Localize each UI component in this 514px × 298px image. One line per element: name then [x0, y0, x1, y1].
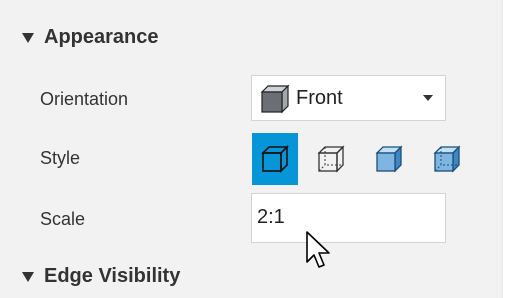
cube-front-icon — [260, 84, 290, 114]
collapse-caret-icon — [22, 32, 34, 43]
chevron-down-icon — [423, 95, 433, 101]
style-hidden-edges-button[interactable] — [308, 133, 354, 185]
edge-visibility-header-label: Edge Visibility — [44, 265, 181, 287]
scrollbar[interactable] — [502, 0, 514, 298]
collapse-caret-icon — [22, 271, 34, 282]
style-visible-edges-button[interactable] — [252, 133, 298, 185]
cube-hidden-edges-icon — [317, 145, 345, 173]
orientation-value: Front — [296, 86, 343, 109]
appearance-section-header[interactable]: Appearance — [22, 26, 159, 49]
properties-panel: Appearance Orientation Front Style Scale… — [0, 0, 502, 298]
style-label: Style — [40, 148, 81, 168]
orientation-label: Orientation — [40, 89, 129, 109]
cube-shaded-hidden-edges-icon — [433, 145, 461, 173]
cube-visible-edges-icon — [261, 145, 289, 173]
mouse-pointer-icon — [306, 231, 330, 268]
orientation-dropdown[interactable]: Front — [251, 75, 446, 121]
edge-visibility-section-header[interactable]: Edge Visibility — [22, 265, 180, 288]
scale-label: Scale — [40, 209, 86, 229]
appearance-header-label: Appearance — [44, 26, 159, 48]
scale-input[interactable]: 2:1 — [251, 193, 446, 243]
cube-shaded-icon — [375, 145, 403, 173]
style-shaded-hidden-edges-button[interactable] — [424, 133, 470, 185]
style-shaded-button[interactable] — [366, 133, 412, 185]
